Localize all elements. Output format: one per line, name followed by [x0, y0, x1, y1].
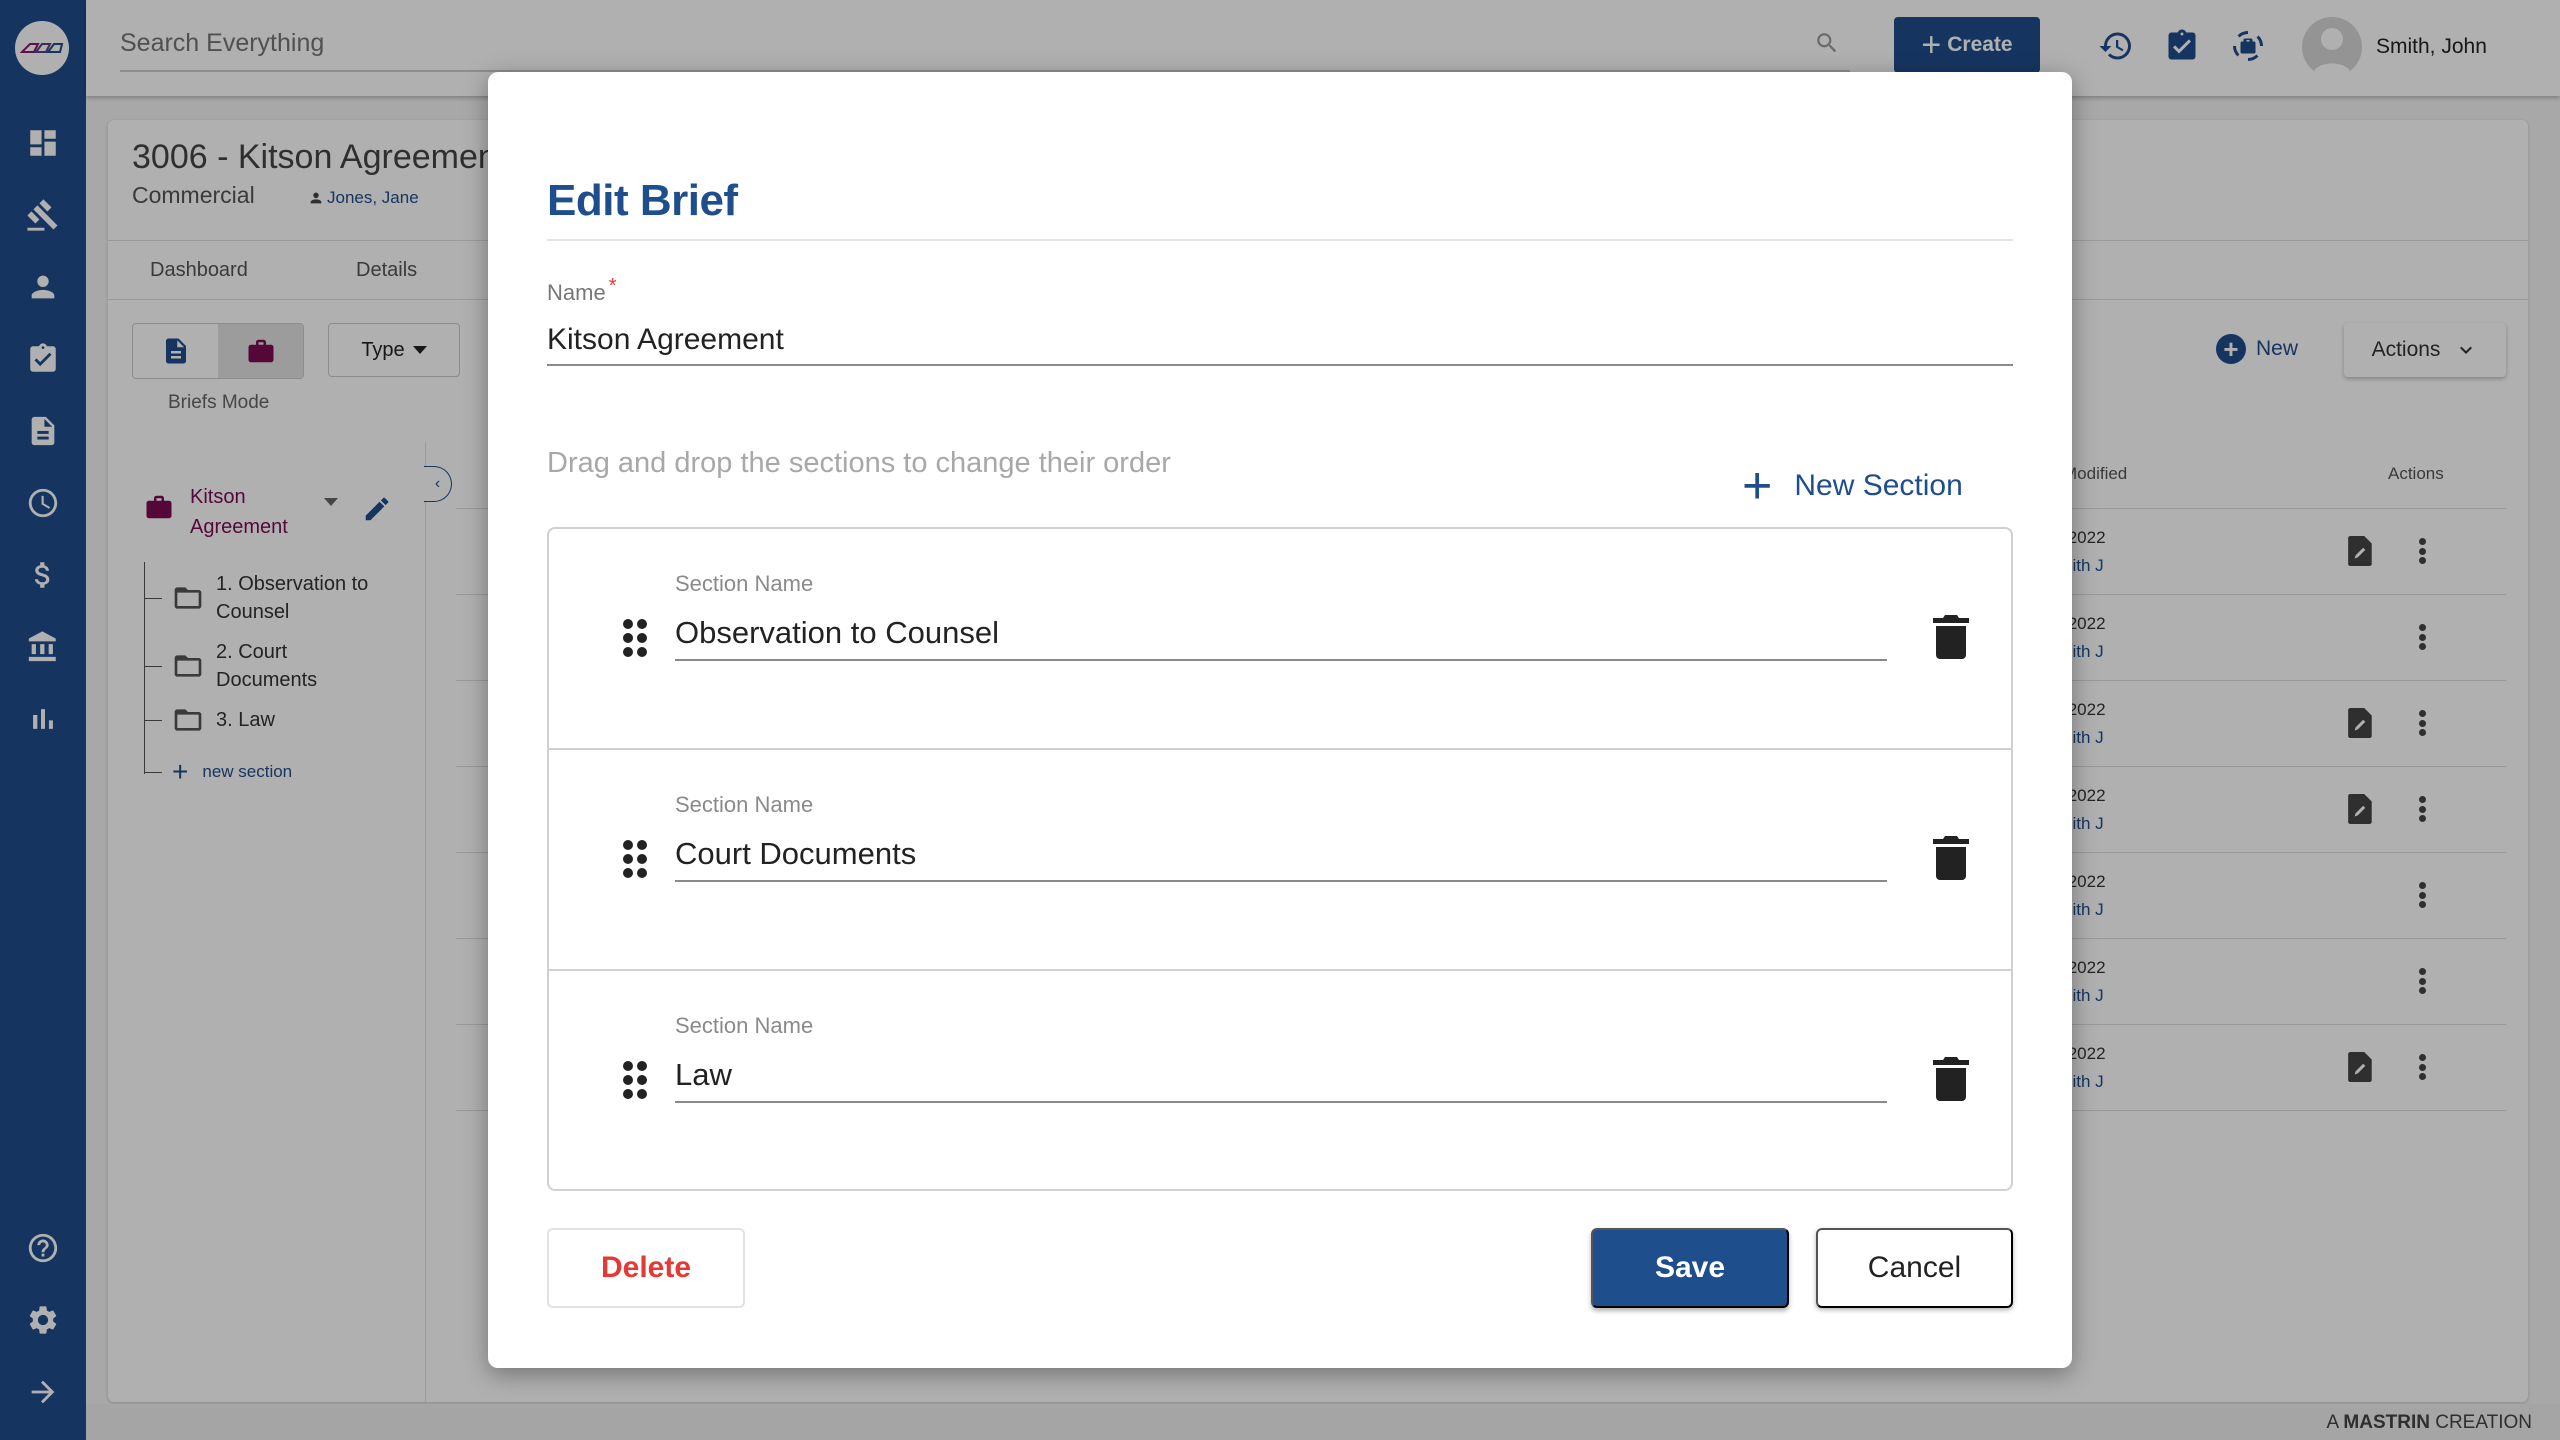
new-section-button[interactable]: + New Section — [1742, 460, 1963, 512]
delete-section-button[interactable] — [1933, 1057, 1969, 1101]
drag-handle-icon[interactable] — [623, 840, 647, 878]
dialog-title: Edit Brief — [547, 176, 738, 225]
section-name-input[interactable] — [675, 607, 1887, 661]
plus-icon: + — [1742, 457, 1773, 515]
edit-brief-dialog: Edit Brief Name* Drag and drop the secti… — [488, 72, 2072, 1368]
cancel-button[interactable]: Cancel — [1816, 1228, 2013, 1308]
name-field-label: Name * — [547, 275, 616, 306]
save-button[interactable]: Save — [1591, 1228, 1789, 1308]
trash-icon — [1933, 836, 1969, 880]
name-label-text: Name — [547, 280, 606, 305]
required-marker: * — [608, 275, 617, 297]
sections-list: Section Name Section Name Section Name — [547, 527, 2013, 1191]
section-row[interactable]: Section Name — [549, 750, 2011, 971]
section-name-label: Section Name — [675, 1013, 814, 1038]
delete-section-button[interactable] — [1933, 615, 1969, 659]
section-name-label: Section Name — [675, 571, 814, 596]
section-row[interactable]: Section Name — [549, 971, 2011, 1189]
trash-icon — [1933, 1057, 1969, 1101]
drag-hint: Drag and drop the sections to change the… — [547, 447, 1171, 479]
delete-button[interactable]: Delete — [547, 1228, 745, 1308]
section-row[interactable]: Section Name — [549, 529, 2011, 750]
trash-icon — [1933, 615, 1969, 659]
section-name-input[interactable] — [675, 1049, 1887, 1103]
section-name-label: Section Name — [675, 792, 814, 817]
delete-section-button[interactable] — [1933, 836, 1969, 880]
drag-handle-icon[interactable] — [623, 619, 647, 657]
title-divider — [547, 239, 2013, 241]
new-section-label: New Section — [1794, 469, 1963, 502]
brief-name-input[interactable] — [547, 316, 2013, 366]
drag-handle-icon[interactable] — [623, 1061, 647, 1099]
section-name-input[interactable] — [675, 828, 1887, 882]
